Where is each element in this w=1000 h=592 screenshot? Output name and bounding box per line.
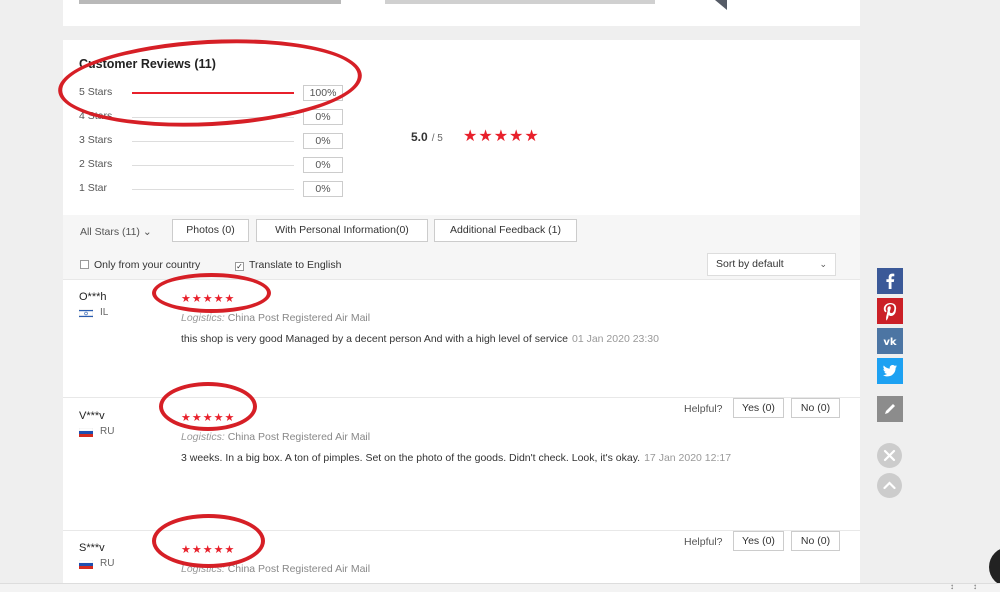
histogram-percent: 0% <box>303 133 343 149</box>
average-rating: 5.0/ 5 <box>411 130 443 144</box>
histogram-row-2: 2 Stars 0% <box>79 157 349 173</box>
histogram-label: 2 Stars <box>79 158 113 170</box>
reviewer-name: O***h <box>79 291 107 303</box>
facebook-icon <box>877 268 903 294</box>
edit-button[interactable] <box>877 396 903 422</box>
helpful-label: Helpful? <box>684 403 723 415</box>
vk-share-button[interactable]: vk <box>877 328 903 354</box>
photos-filter-button[interactable]: Photos (0) <box>172 219 249 242</box>
vk-icon: vk <box>877 328 903 354</box>
facebook-share-button[interactable] <box>877 268 903 294</box>
logistics-value: China Post Registered Air Mail <box>227 563 371 575</box>
review-text: this shop is very good Managed by a dece… <box>181 332 751 346</box>
average-stars: ★★★★★ <box>463 128 540 145</box>
chevron-down-icon: ⌄ <box>819 259 827 269</box>
svg-text:vk: vk <box>883 337 897 348</box>
helpful-label: Helpful? <box>684 536 723 548</box>
review-logistics: Logistics: China Post Registered Air Mai… <box>181 312 370 324</box>
reviewer-country: IL <box>100 307 109 318</box>
reviewer-name: S***v <box>79 542 105 554</box>
reviewer-name: V***v <box>79 410 105 422</box>
russia-flag-icon <box>79 560 93 569</box>
resize-arrow-icon: ↕ <box>973 582 977 591</box>
review-body: 3 weeks. In a big box. A ton of pimples.… <box>181 452 641 464</box>
close-button[interactable] <box>877 443 902 468</box>
histogram-row-1: 1 Star 0% <box>79 181 349 197</box>
histogram-percent: 0% <box>303 181 343 197</box>
helpful-no-button[interactable]: No (0) <box>791 398 840 418</box>
gallery-image[interactable] <box>79 0 341 4</box>
all-stars-label: All Stars (11) <box>80 226 140 238</box>
annotation-ring <box>152 514 265 568</box>
chevron-up-icon <box>883 481 896 490</box>
scroll-top-button[interactable] <box>877 473 902 498</box>
close-icon <box>883 449 896 462</box>
chevron-down-icon: ⌄ <box>142 226 152 238</box>
only-country-checkbox[interactable]: Only from your country <box>80 259 200 271</box>
status-bar: ↕ ↕ <box>0 582 1000 592</box>
annotation-ring <box>152 273 271 313</box>
reviewer-country: RU <box>100 426 115 437</box>
checkbox-box <box>80 260 89 269</box>
logistics-label: Logistics: <box>181 312 225 324</box>
translate-label: Translate to English <box>249 259 342 271</box>
gallery-corner-mark <box>715 0 727 10</box>
personal-info-filter-button[interactable]: With Personal Information(0) <box>256 219 428 242</box>
twitter-share-button[interactable] <box>877 358 903 384</box>
sort-dropdown[interactable]: Sort by default ⌄ <box>707 253 836 276</box>
review-logistics: Logistics: China Post Registered Air Mai… <box>181 431 370 443</box>
average-of: / 5 <box>431 133 443 144</box>
review-date: 17 Jan 2020 12:17 <box>644 452 732 464</box>
israel-flag-icon <box>79 309 93 318</box>
sort-label: Sort by default <box>716 258 784 270</box>
logistics-value: China Post Registered Air Mail <box>227 312 371 324</box>
product-gallery-card <box>63 0 860 26</box>
additional-feedback-filter-button[interactable]: Additional Feedback (1) <box>434 219 577 242</box>
pinterest-share-button[interactable] <box>877 298 903 324</box>
histogram-row-3: 3 Stars 0% <box>79 133 349 149</box>
review-date: 01 Jan 2020 23:30 <box>571 333 659 345</box>
helpful-yes-button[interactable]: Yes (0) <box>733 398 784 418</box>
histogram-label: 1 Star <box>79 182 108 194</box>
all-stars-dropdown[interactable]: All Stars (11) ⌄ <box>80 226 152 238</box>
reviews-card: Customer Reviews (11) 5 Stars 100% 4 Sta… <box>55 32 860 592</box>
histogram-bar <box>132 165 294 166</box>
histogram-percent: 0% <box>303 157 343 173</box>
reviewer-country: RU <box>100 558 115 569</box>
histogram-label: 3 Stars <box>79 134 113 146</box>
floating-chat-button[interactable] <box>989 547 1000 587</box>
review-filter-bar: All Stars (11) ⌄ Photos (0) With Persona… <box>63 215 860 279</box>
twitter-icon <box>877 358 903 384</box>
histogram-bar <box>132 141 294 142</box>
review-text: 3 weeks. In a big box. A ton of pimples.… <box>181 451 751 465</box>
helpful-no-button[interactable]: No (0) <box>791 531 840 551</box>
translate-checkbox[interactable]: ✓ Translate to English <box>235 259 341 271</box>
only-country-label: Only from your country <box>94 259 201 271</box>
checkmark-icon: ✓ <box>235 262 244 271</box>
pencil-icon <box>877 396 903 422</box>
gallery-image[interactable] <box>385 0 655 4</box>
resize-arrow-icon: ↕ <box>950 582 954 591</box>
average-value: 5.0 <box>411 130 428 144</box>
logistics-label: Logistics: <box>181 431 225 443</box>
review-body: this shop is very good Managed by a dece… <box>181 333 568 345</box>
histogram-percent: 0% <box>303 109 343 125</box>
helpful-yes-button[interactable]: Yes (0) <box>733 531 784 551</box>
logistics-value: China Post Registered Air Mail <box>227 431 371 443</box>
annotation-ring <box>159 382 257 431</box>
russia-flag-icon <box>79 428 93 437</box>
pinterest-icon <box>877 298 903 324</box>
histogram-bar <box>132 189 294 190</box>
